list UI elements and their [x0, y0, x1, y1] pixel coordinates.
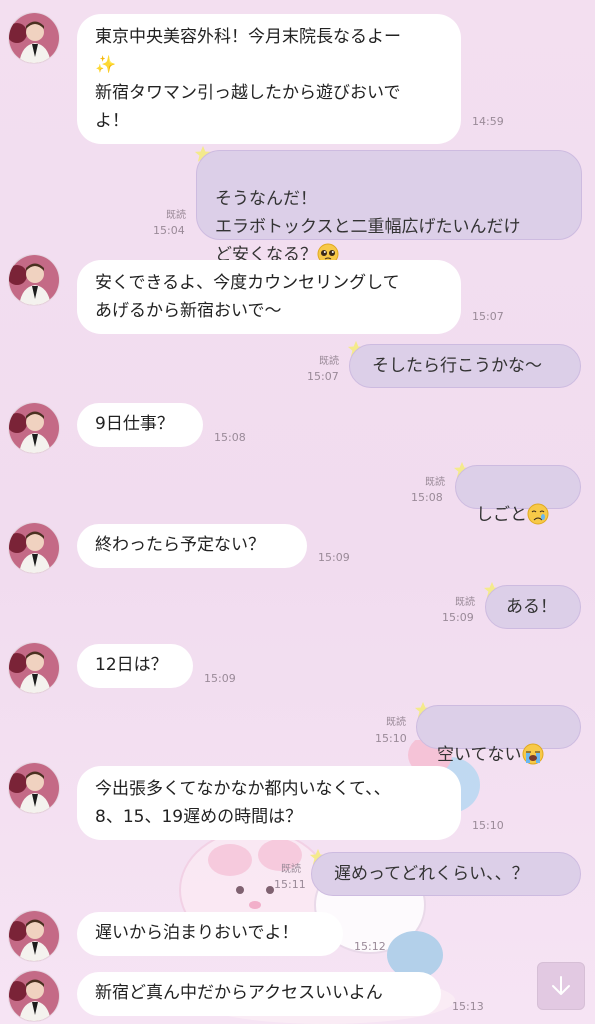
contact-avatar[interactable] [8, 762, 60, 814]
read-receipt: 既読 [425, 477, 445, 488]
message-bubble-incoming[interactable]: 遅いから泊まりおいでよ！ [77, 912, 343, 956]
message-time: 14:59 [472, 115, 504, 128]
message-text: しごと [476, 505, 527, 525]
message-bubble-outgoing[interactable]: しごと [455, 465, 581, 525]
message-bubble-incoming[interactable]: 新宿ど真ん中だからアクセスいいよん [77, 972, 441, 1016]
message-bubble-incoming[interactable]: 東京中央美容外科！今月末院長なるよー ✨ 新宿タワマン引っ越したから遊びおいで … [77, 14, 461, 144]
message-bubble-outgoing[interactable]: 空いてない [416, 705, 581, 765]
read-receipt: 既読 [281, 864, 301, 875]
read-receipt: 既読 [455, 597, 475, 608]
arrow-down-icon [552, 976, 570, 995]
message-bubble-outgoing[interactable]: そしたら行こうかな〜 [349, 344, 581, 388]
message-time: 15:10 [375, 732, 407, 745]
message-time: 15:11 [274, 878, 306, 891]
loudly-crying-face-icon [522, 743, 543, 765]
message-text: 空いてない [437, 745, 522, 765]
message-bubble-outgoing[interactable]: そうなんだ！ エラボトックスと二重幅広げたいんだけ ど安くなる？ [196, 150, 582, 265]
read-receipt: 既読 [319, 356, 339, 367]
message-time: 15:13 [452, 1000, 484, 1013]
message-time: 15:09 [204, 672, 236, 685]
message-time: 15:08 [411, 491, 443, 504]
contact-avatar[interactable] [8, 12, 60, 64]
contact-avatar[interactable] [8, 402, 60, 454]
contact-avatar[interactable] [8, 970, 60, 1022]
message-time: 15:07 [472, 310, 504, 323]
message-bubble-incoming[interactable]: 12日は？ [77, 644, 193, 688]
message-time: 15:09 [442, 611, 474, 624]
message-text: そうなんだ！ エラボトックスと二重幅広げたいんだけ ど安くなる？ [215, 189, 521, 265]
message-bubble-incoming[interactable]: 安くできるよ、今度カウンセリングして あげるから新宿おいで〜 [77, 260, 461, 334]
message-bubble-incoming[interactable]: 終わったら予定ない？ [77, 524, 307, 568]
contact-avatar[interactable] [8, 254, 60, 306]
contact-avatar[interactable] [8, 910, 60, 962]
chat-window: 東京中央美容外科！今月末院長なるよー ✨ 新宿タワマン引っ越したから遊びおいで … [0, 0, 595, 1024]
contact-avatar[interactable] [8, 522, 60, 574]
crying-face-icon [527, 503, 549, 525]
contact-avatar[interactable] [8, 642, 60, 694]
message-bubble-incoming[interactable]: 今出張多くてなかなか都内いなくて、、 8、15、19遅めの時間は？ [77, 766, 461, 840]
message-time: 15:10 [472, 819, 504, 832]
read-receipt: 既読 [386, 717, 406, 728]
message-time: 15:12 [354, 940, 386, 953]
message-time: 15:08 [214, 431, 246, 444]
scroll-to-bottom-button[interactable] [537, 962, 585, 1010]
message-time: 15:09 [318, 551, 350, 564]
read-receipt: 既読 [166, 210, 186, 221]
message-bubble-outgoing[interactable]: 遅めってどれくらい、、？ [311, 852, 581, 896]
message-time: 15:07 [307, 370, 339, 383]
message-time: 15:04 [153, 224, 185, 237]
message-bubble-outgoing[interactable]: ある！ [485, 585, 581, 629]
message-bubble-incoming[interactable]: 9日仕事？ [77, 403, 203, 447]
